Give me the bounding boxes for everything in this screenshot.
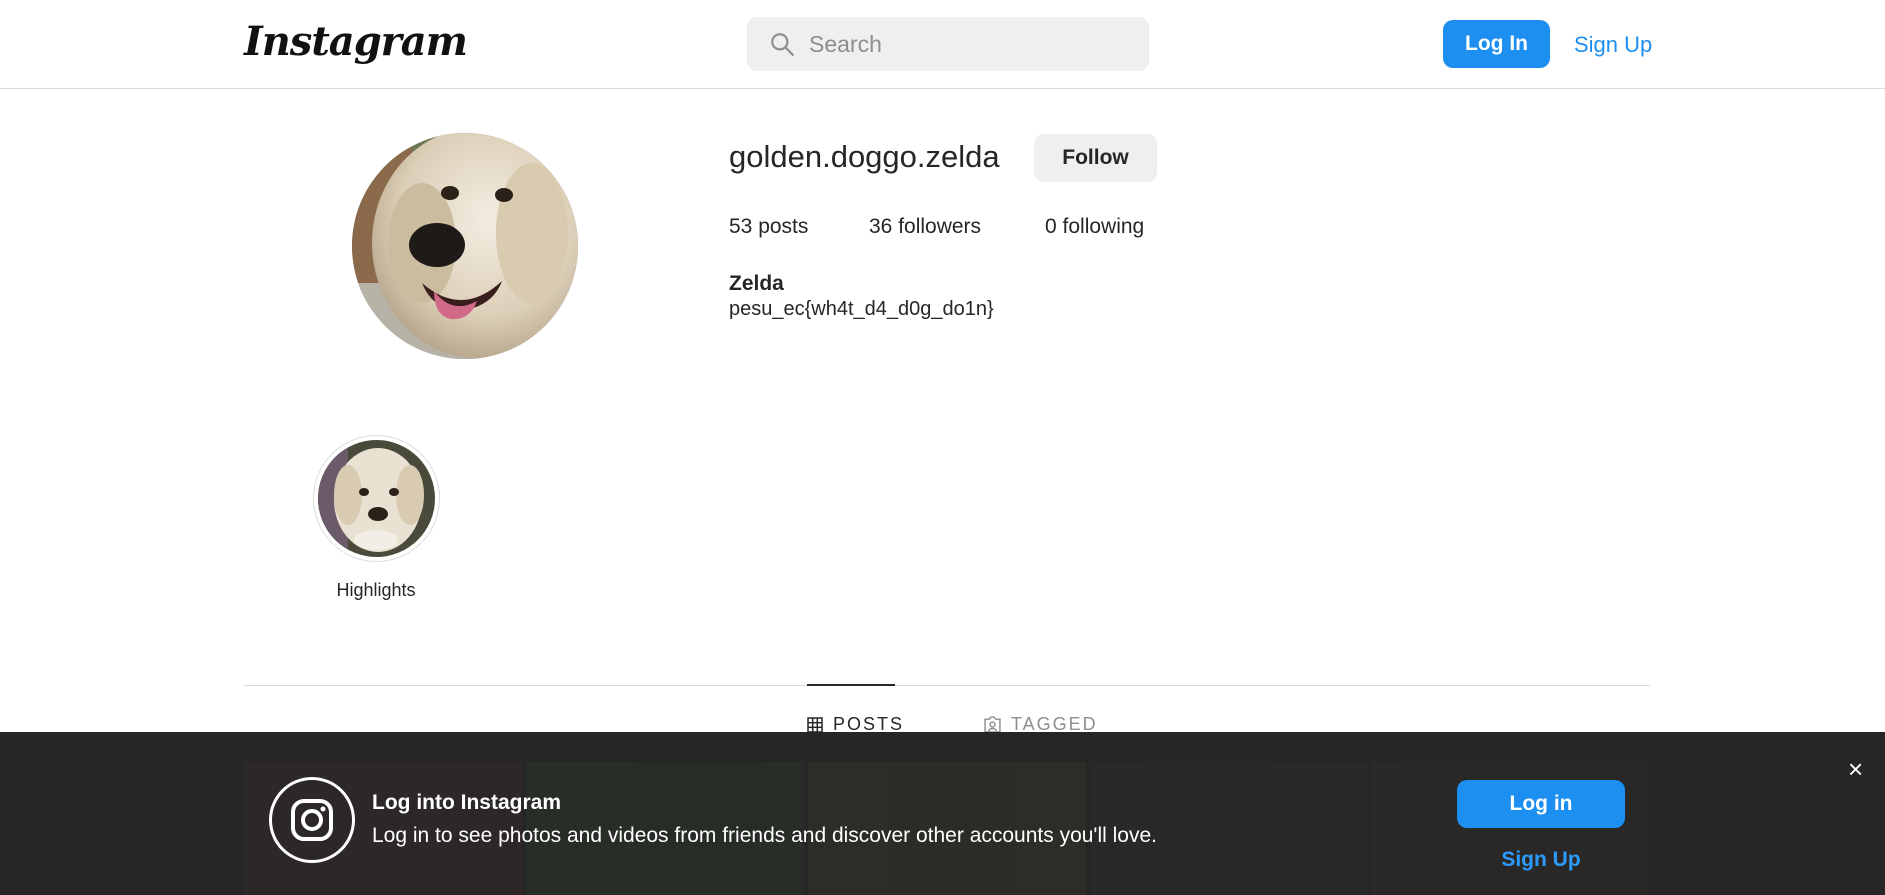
banner-login-button[interactable]: Log in [1457,780,1625,828]
active-tab-indicator [807,684,895,686]
search-input[interactable] [809,30,1109,58]
highlight-item[interactable] [313,435,440,562]
highlight-label: Highlights [336,580,416,600]
profile-full-name: Zelda [729,272,784,295]
follow-button[interactable]: Follow [1034,134,1157,182]
close-icon[interactable]: × [1848,756,1863,782]
tabs-divider [244,685,1650,686]
instagram-logo[interactable]: Instagram [244,18,468,65]
header-signup-link[interactable]: Sign Up [1574,32,1652,58]
banner-subtitle: Log in to see photos and videos from fri… [372,824,1157,847]
grid-icon [807,716,823,733]
search-box[interactable] [747,17,1149,71]
profile-avatar[interactable] [352,133,578,359]
profile-bio: pesu_ec{wh4t_d4_d0g_do1n} [729,298,994,320]
banner-title: Log into Instagram [372,791,561,814]
highlight-thumbnail [318,440,435,557]
profile-username: golden.doggo.zelda [729,139,1000,174]
instagram-icon [269,777,355,863]
login-banner: Log into Instagram Log in to see photos … [0,732,1885,895]
header-login-button[interactable]: Log In [1443,20,1550,68]
golden-retriever-photo [352,133,578,359]
following-count[interactable]: 0 following [1045,215,1205,239]
top-navigation-bar: Instagram Log In Sign Up [0,0,1885,89]
posts-count: 53 posts [729,215,809,238]
followers-count[interactable]: 36 followers [869,215,1029,239]
banner-signup-link[interactable]: Sign Up [1457,848,1625,872]
search-icon [771,33,794,56]
tag-user-icon [984,716,1001,733]
